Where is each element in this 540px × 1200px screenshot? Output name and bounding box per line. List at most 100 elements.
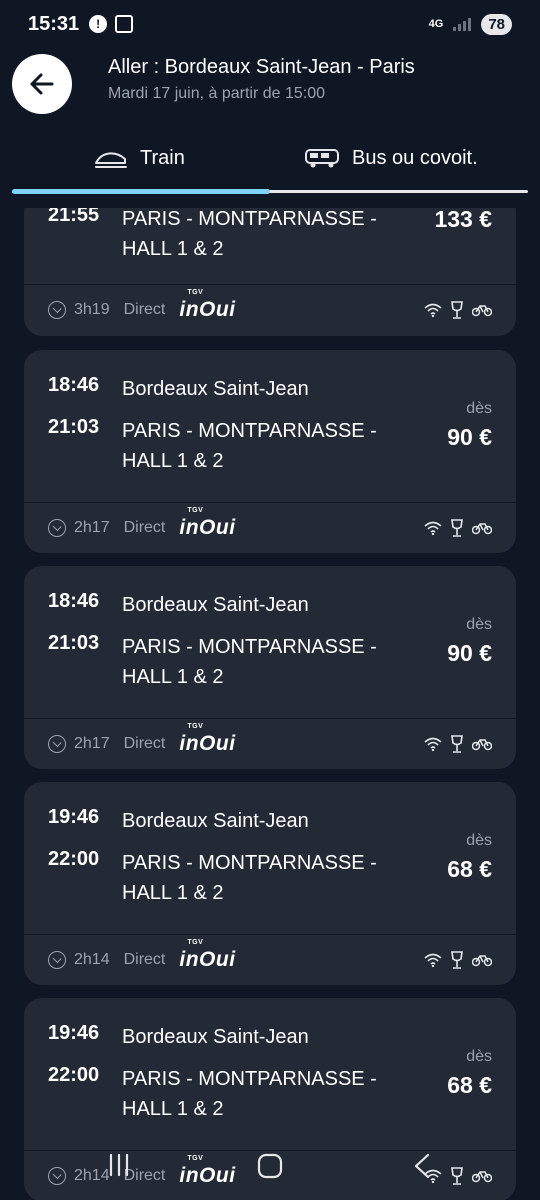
arrival-time: 22:00 — [48, 848, 100, 870]
page-subtitle: Mardi 17 juin, à partir de 15:00 — [108, 85, 326, 102]
bar-icon — [451, 735, 463, 753]
journey-type: Direct — [123, 519, 166, 536]
battery-level: 78 — [481, 13, 512, 35]
arrow-left-icon — [30, 73, 54, 95]
signal-icon — [453, 17, 472, 31]
journey-card[interactable]: 18:46 Bordeaux Saint-Jean 21:03 PARIS - … — [24, 350, 516, 553]
journey-card[interactable]: 18:46 Bordeaux Saint-Jean 21:03 PARIS - … — [24, 566, 516, 769]
journey-list[interactable]: 21:55 PARIS - MONTPARNASSE - HALL 1 & 2 … — [0, 208, 540, 1200]
departure-station: Bordeaux Saint-Jean — [122, 1026, 309, 1048]
arrival-station: PARIS - MONTPARNASSE - HALL 1 & 2 — [122, 636, 377, 688]
home-icon — [257, 1153, 283, 1179]
journey-type: Direct — [123, 735, 166, 752]
alert-icon: ! — [89, 15, 108, 33]
departure-time: 18:46 — [48, 590, 100, 612]
bike-icon — [472, 305, 492, 317]
bar-icon — [451, 951, 463, 969]
price-from-label: dès — [466, 832, 492, 849]
back-button[interactable] — [12, 54, 72, 114]
inoui-logo: TGV inOui — [179, 939, 236, 971]
clock-icon — [48, 301, 66, 319]
status-time: 15:31 — [28, 12, 80, 35]
bar-icon — [451, 519, 463, 537]
bike-icon — [472, 955, 492, 967]
duration: 3h19 — [74, 301, 110, 318]
departure-station: Bordeaux Saint-Jean — [122, 810, 309, 832]
price-from-label: dès — [466, 1048, 492, 1065]
tab-active-indicator — [12, 189, 270, 194]
bus-icon — [305, 149, 339, 168]
amenities — [424, 735, 492, 753]
mode-tabs: Train Bus ou covoit. — [12, 130, 528, 194]
wifi-icon — [424, 953, 442, 967]
duration: 2h17 — [74, 735, 110, 752]
tab-bus[interactable]: Bus ou covoit. — [304, 130, 478, 186]
departure-time: 19:46 — [48, 1022, 100, 1044]
bar-icon — [451, 301, 463, 319]
departure-station: Bordeaux Saint-Jean — [122, 594, 309, 616]
clock-icon — [48, 1167, 66, 1185]
recent-apps-icon — [109, 1153, 129, 1177]
bike-icon — [472, 523, 492, 535]
duration: 2h14 — [74, 1167, 110, 1184]
journey-details: 3h19 Direct TGV inOui — [24, 285, 516, 335]
arrival-station: PARIS - MONTPARNASSE - HALL 1 & 2 — [122, 852, 377, 904]
header: Aller : Bordeaux Saint-Jean - Paris Mard… — [0, 48, 540, 122]
inoui-logo: TGV inOui — [179, 1155, 236, 1187]
amenities — [424, 1167, 492, 1185]
wifi-icon — [424, 737, 442, 751]
tab-bus-label: Bus ou covoit. — [352, 146, 478, 169]
price: 133 € — [434, 208, 492, 232]
clock-icon — [48, 519, 66, 537]
wifi-icon — [424, 303, 442, 317]
tab-train[interactable]: Train — [94, 130, 185, 186]
inoui-logo: TGV inOui — [179, 507, 236, 539]
arrival-station: PARIS - MONTPARNASSE - HALL 1 & 2 — [122, 1068, 377, 1120]
system-back-button[interactable] — [410, 1152, 434, 1185]
price: 68 € — [447, 856, 492, 882]
bike-icon — [472, 1171, 492, 1183]
inoui-logo: TGV inOui — [179, 723, 236, 755]
chevron-left-icon — [414, 1153, 430, 1179]
screenshot-icon — [115, 15, 134, 33]
status-bar: 15:31 ! 4G 78 — [0, 0, 540, 48]
arrival-station: PARIS - MONTPARNASSE - HALL 1 & 2 — [122, 208, 377, 260]
journey-details: 2h17 Direct TGV inOui — [24, 503, 516, 553]
recent-apps-button[interactable] — [106, 1152, 132, 1183]
journey-details: 2h14 Direct TGV inOui — [24, 935, 516, 985]
departure-time: 18:46 — [48, 374, 100, 396]
arrival-time: 21:03 — [48, 416, 100, 438]
journey-details: 2h17 Direct TGV inOui — [24, 719, 516, 769]
bike-icon — [472, 739, 492, 751]
arrival-time: 21:55 — [48, 208, 100, 226]
amenities — [424, 301, 492, 319]
network-type: 4G — [428, 18, 444, 30]
tab-train-label: Train — [140, 146, 185, 169]
departure-station: Bordeaux Saint-Jean — [122, 378, 309, 400]
wifi-icon — [424, 521, 442, 535]
price-from-label: dès — [466, 400, 492, 417]
journey-card[interactable]: 21:55 PARIS - MONTPARNASSE - HALL 1 & 2 … — [24, 208, 516, 336]
price: 90 € — [447, 640, 492, 666]
journey-card[interactable]: 19:46 Bordeaux Saint-Jean 22:00 PARIS - … — [24, 782, 516, 985]
bar-icon — [451, 1167, 463, 1185]
arrival-time: 22:00 — [48, 1064, 100, 1086]
clock-icon — [48, 951, 66, 969]
journey-type: Direct — [123, 951, 166, 968]
page-title: Aller : Bordeaux Saint-Jean - Paris — [108, 56, 415, 78]
duration: 2h17 — [74, 519, 110, 536]
journey-type: Direct — [123, 301, 166, 318]
amenities — [424, 519, 492, 537]
train-icon — [95, 152, 127, 168]
inoui-logo: TGV inOui — [179, 289, 236, 321]
departure-time: 19:46 — [48, 806, 100, 828]
price: 90 € — [447, 424, 492, 450]
price-from-label: dès — [466, 616, 492, 633]
arrival-time: 21:03 — [48, 632, 100, 654]
amenities — [424, 951, 492, 969]
clock-icon — [48, 735, 66, 753]
arrival-station: PARIS - MONTPARNASSE - HALL 1 & 2 — [122, 420, 377, 472]
duration: 2h14 — [74, 951, 110, 968]
home-button[interactable] — [256, 1152, 284, 1185]
price: 68 € — [447, 1072, 492, 1098]
